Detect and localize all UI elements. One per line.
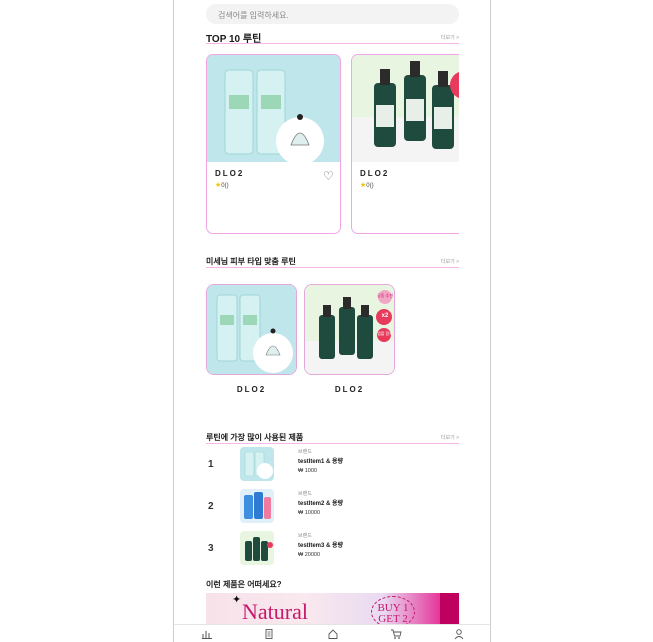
card-rating: ★0() bbox=[360, 181, 374, 189]
item-name: testItem2 & 용량 bbox=[298, 501, 344, 507]
search-input[interactable]: 검색어를 입력하세요. bbox=[206, 4, 459, 24]
product-thumbnail bbox=[240, 489, 274, 523]
product-thumbnail bbox=[240, 447, 274, 481]
recommend-card[interactable] bbox=[206, 284, 297, 375]
promo-banner[interactable]: ✦ Natural BUY 1 GET 2 bbox=[206, 593, 459, 625]
item-brand: 브랜드 bbox=[298, 533, 312, 539]
list-item[interactable]: 1 브랜드 testItem1 & 용량 ₩ 1000 bbox=[206, 447, 459, 483]
divider bbox=[206, 443, 459, 444]
product-image bbox=[352, 55, 459, 162]
recommend-more-link[interactable]: 더보기 > bbox=[441, 258, 459, 265]
recommend-card[interactable]: 공동 추천 x2 앰플 함께 bbox=[304, 284, 395, 375]
banner-side-panel bbox=[440, 593, 459, 625]
item-price: ₩ 1000 bbox=[298, 468, 317, 474]
most-used-section-header: 루틴에 가장 많이 사용된 제품 더보기 > bbox=[206, 430, 459, 444]
item-name: testItem3 & 용량 bbox=[298, 543, 344, 549]
item-name: testItem1 & 용량 bbox=[298, 459, 344, 465]
rating-value: 0() bbox=[366, 183, 374, 189]
card-brand: DLO2 bbox=[360, 169, 390, 178]
rank-number: 1 bbox=[208, 459, 214, 470]
card-rating: ★0() bbox=[215, 181, 229, 189]
banner-promo: BUY 1 GET 2 bbox=[371, 596, 415, 625]
cart-icon[interactable] bbox=[390, 628, 402, 640]
product-thumbnail bbox=[240, 531, 274, 565]
most-used-title: 루틴에 가장 많이 사용된 제품 bbox=[206, 433, 304, 442]
badge-mid: x2 bbox=[381, 313, 389, 319]
user-icon[interactable] bbox=[453, 628, 465, 640]
suggest-title: 이런 제품은 어떠세요? bbox=[206, 580, 282, 589]
routine-card[interactable]: DLO2 ★0() ♡ bbox=[206, 54, 341, 234]
top10-section-header: TOP 10 루틴 더보기 > bbox=[206, 30, 459, 45]
recommend-brand: DLO2 bbox=[236, 385, 267, 394]
sparkle-icon: ✦ bbox=[232, 594, 242, 606]
top10-more-link[interactable]: 더보기 > bbox=[441, 34, 459, 41]
divider bbox=[206, 43, 459, 44]
rating-value: 0() bbox=[221, 183, 229, 189]
top10-carousel[interactable]: DLO2 ★0() ♡ DLO2 ★0() bbox=[206, 54, 459, 234]
routine-card[interactable]: DLO2 ★0() bbox=[351, 54, 459, 234]
product-image bbox=[207, 285, 296, 374]
heart-icon[interactable]: ♡ bbox=[323, 169, 334, 183]
card-brand: DLO2 bbox=[215, 169, 245, 178]
item-brand: 브랜드 bbox=[298, 491, 312, 497]
home-icon[interactable] bbox=[327, 628, 339, 640]
recommend-brand: DLO2 bbox=[334, 385, 365, 394]
banner-headline: Natural bbox=[242, 599, 308, 624]
bottom-tabbar bbox=[174, 624, 490, 642]
stats-icon[interactable] bbox=[201, 628, 213, 640]
app-frame: 검색어를 입력하세요. TOP 10 루틴 더보기 > DLO2 ★0() ♡ bbox=[173, 0, 491, 642]
list-item[interactable]: 3 브랜드 testItem3 & 용량 ₩ 20000 bbox=[206, 531, 459, 567]
product-image bbox=[207, 55, 340, 162]
recommend-section-header: 미세님 피부 타입 맞춤 루틴 더보기 > bbox=[206, 254, 459, 268]
rank-number: 2 bbox=[208, 501, 214, 512]
recommend-list: DLO2 공동 추천 x2 앰플 함께 DLO2 bbox=[206, 284, 459, 404]
item-brand: 브랜드 bbox=[298, 449, 312, 455]
item-price: ₩ 20000 bbox=[298, 552, 321, 558]
item-price: ₩ 10000 bbox=[298, 510, 321, 516]
badge-bottom: 앰플 함께 bbox=[377, 331, 393, 336]
divider bbox=[206, 267, 459, 268]
recommend-title: 미세님 피부 타입 맞춤 루틴 bbox=[206, 257, 296, 266]
badge-top: 공동 추천 bbox=[377, 293, 393, 298]
list-item[interactable]: 2 브랜드 testItem2 & 용량 ₩ 10000 bbox=[206, 489, 459, 525]
rank-number: 3 bbox=[208, 543, 214, 554]
list-icon[interactable] bbox=[263, 628, 275, 640]
most-used-more-link[interactable]: 더보기 > bbox=[441, 434, 459, 441]
